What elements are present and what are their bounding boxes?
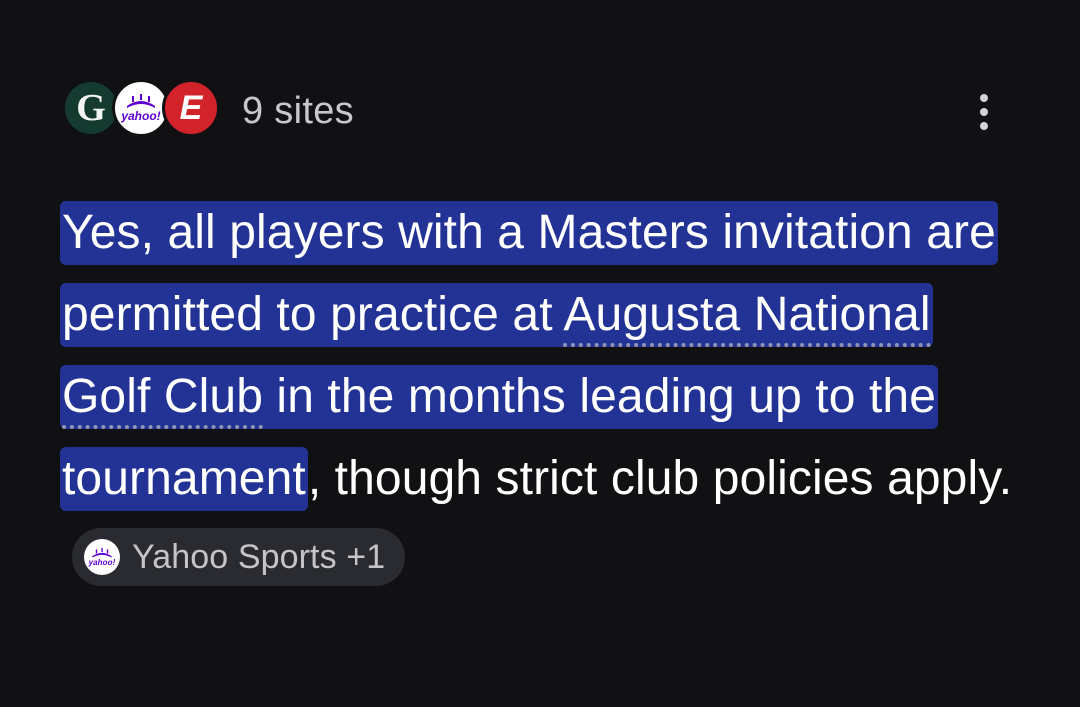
more-vert-icon-dot bbox=[980, 122, 988, 130]
more-vert-icon bbox=[980, 94, 988, 102]
more-options-button[interactable] bbox=[966, 88, 1002, 136]
more-vert-icon-dot bbox=[980, 108, 988, 116]
sources-row[interactable]: G yahoo! E 9 sites bbox=[62, 78, 354, 144]
citation-label: Yahoo Sports +1 bbox=[132, 538, 386, 577]
answer-text: Yes, all players with a Masters invitati… bbox=[60, 192, 1020, 602]
stadium-icon bbox=[127, 94, 155, 108]
answer-text-tail: , though strict club policies apply. bbox=[307, 452, 1013, 505]
citation-chip[interactable]: yahoo! Yahoo Sports +1 bbox=[72, 528, 406, 587]
yahoo-sports-icon: yahoo! bbox=[84, 539, 120, 576]
espn-favicon: E bbox=[162, 79, 220, 137]
yahoo-wordmark: yahoo! bbox=[121, 109, 161, 123]
source-favicons[interactable]: G yahoo! E bbox=[62, 78, 222, 144]
sites-count[interactable]: 9 sites bbox=[242, 90, 354, 133]
espn-glyph: E bbox=[179, 89, 203, 127]
yahoo-wordmark: yahoo! bbox=[88, 557, 116, 567]
ai-answer-card: G yahoo! E 9 sites Yes, all players with… bbox=[0, 0, 1080, 707]
golf-digest-glyph: G bbox=[76, 87, 106, 129]
